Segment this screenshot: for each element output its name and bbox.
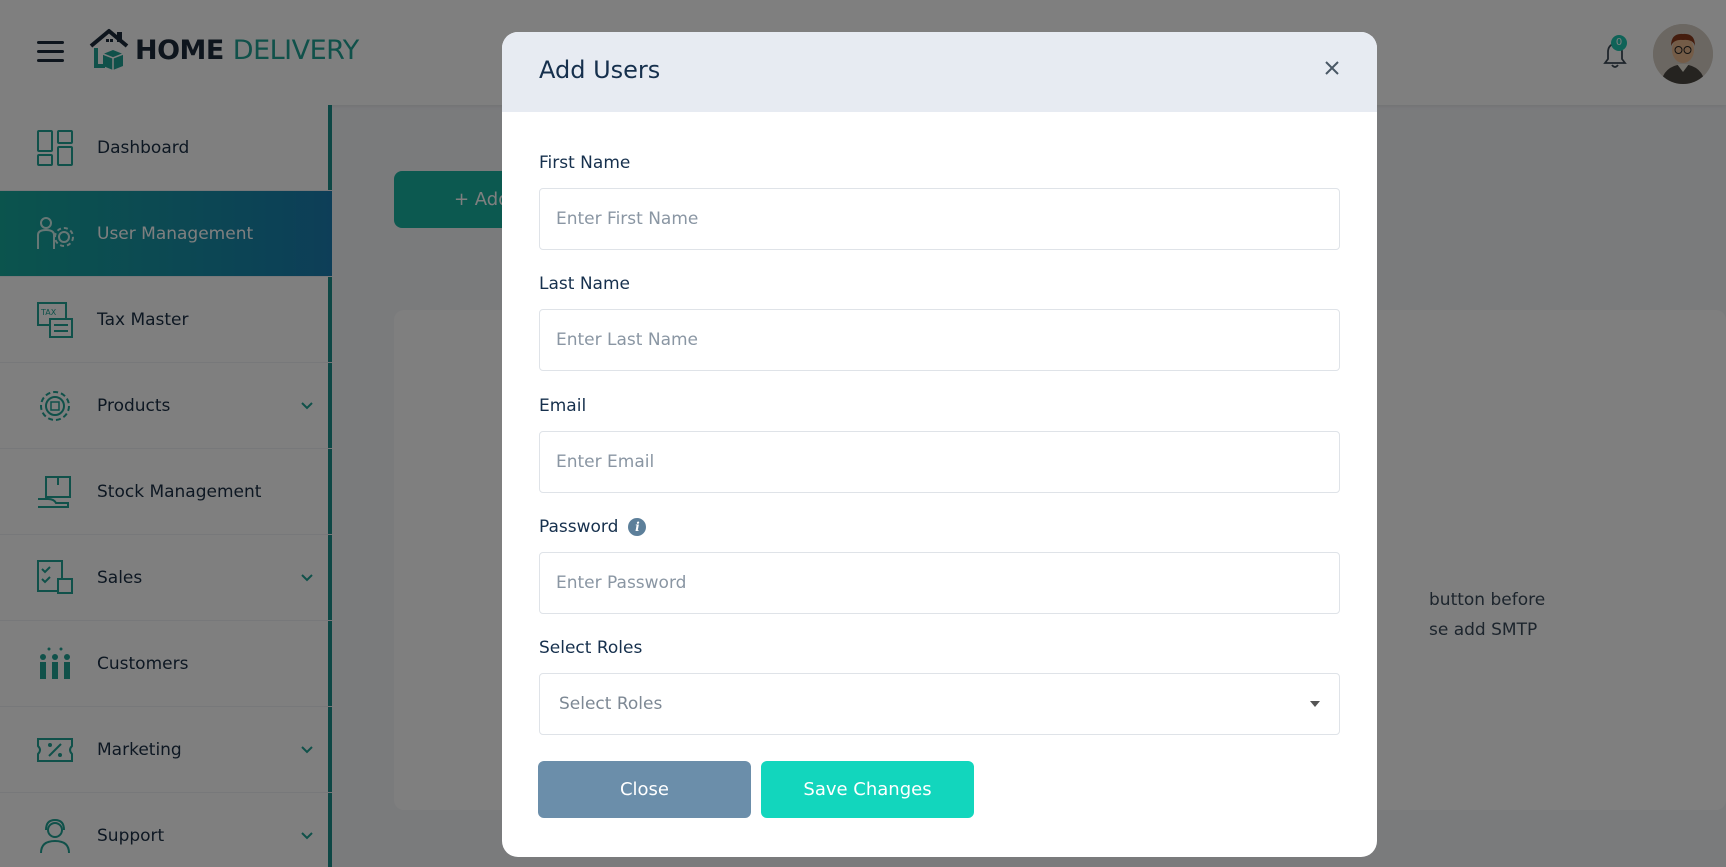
email-label: Email (539, 396, 587, 416)
first-name-input[interactable] (539, 188, 1340, 250)
modal-header: Add Users (502, 32, 1377, 112)
info-icon[interactable]: i (628, 518, 647, 536)
roles-select[interactable]: Select Roles (539, 673, 1340, 735)
modal-title: Add Users (539, 56, 661, 84)
save-changes-button[interactable]: Save Changes (761, 761, 974, 818)
first-name-label: First Name (539, 153, 631, 173)
password-input[interactable] (539, 552, 1340, 614)
last-name-label: Last Name (539, 274, 630, 294)
last-name-input[interactable] (539, 309, 1340, 371)
roles-select-placeholder: Select Roles (559, 694, 663, 714)
roles-label: Select Roles (539, 638, 643, 658)
close-button[interactable]: Close (538, 761, 751, 818)
password-label-row: Password i (539, 517, 647, 537)
caret-down-icon (1310, 701, 1320, 707)
password-label: Password (539, 517, 619, 537)
close-icon[interactable] (1320, 56, 1344, 80)
email-input[interactable] (539, 431, 1340, 493)
add-users-modal: Add Users First Name Last Name Email Pas… (502, 32, 1377, 857)
